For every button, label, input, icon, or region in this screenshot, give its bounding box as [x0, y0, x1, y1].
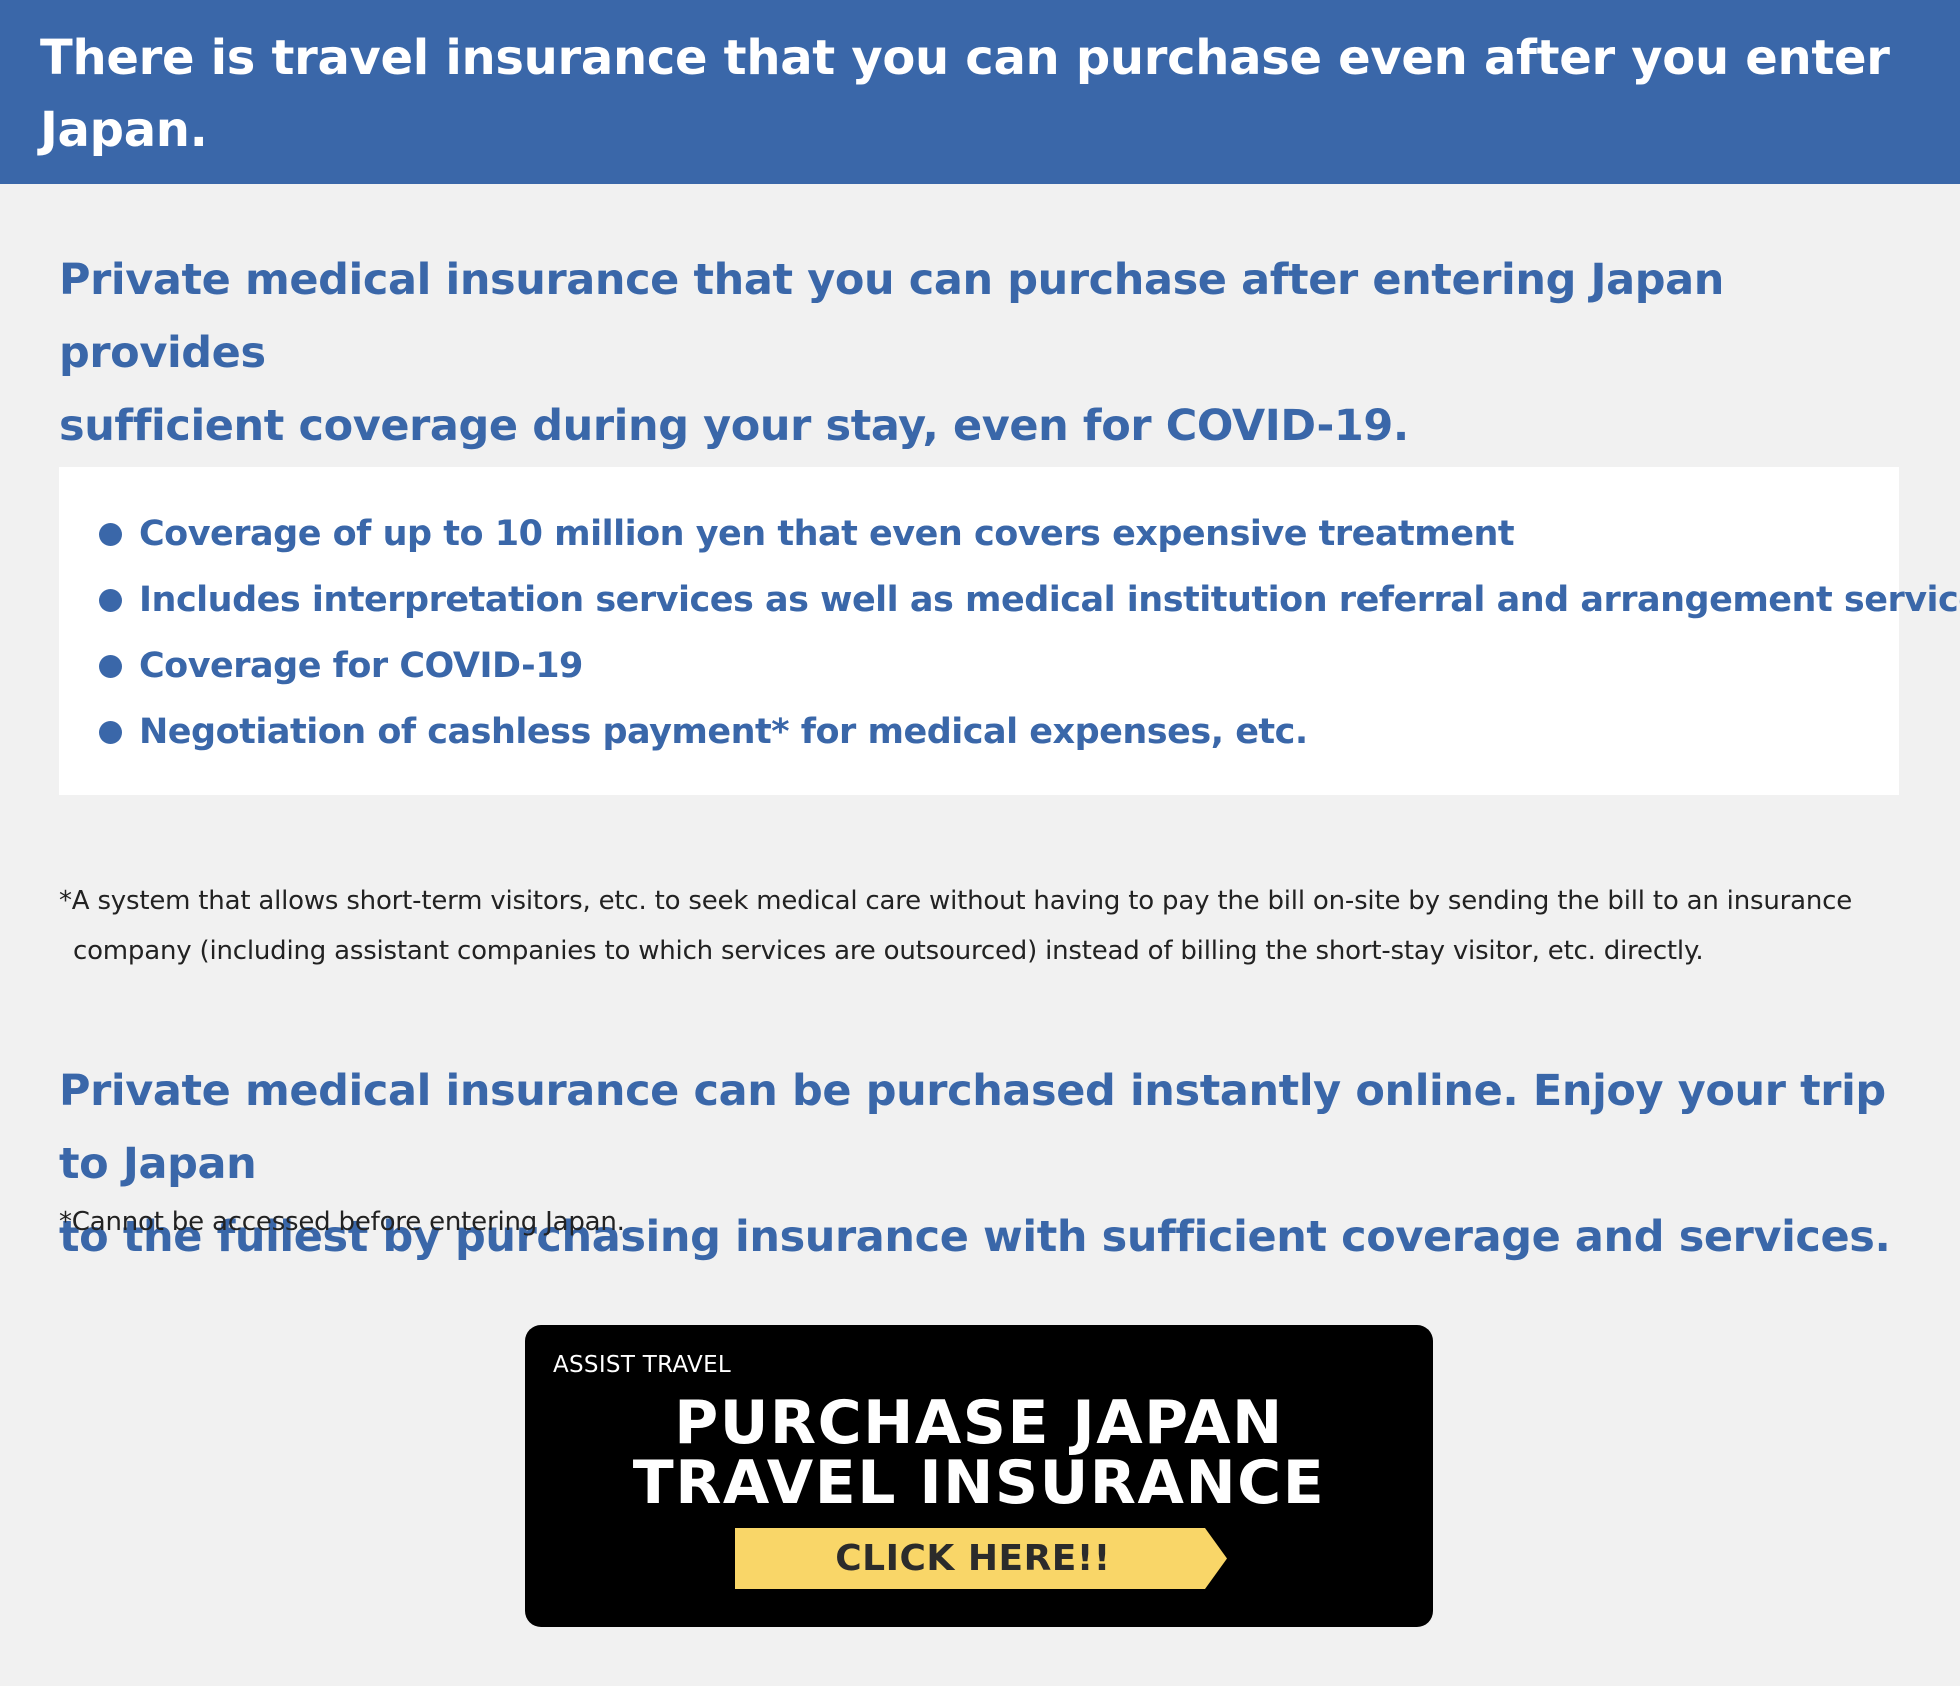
- footnote-line: *A system that allows short-term visitor…: [59, 886, 1852, 916]
- feature-list: Coverage of up to 10 million yen that ev…: [99, 501, 1960, 765]
- feature-text: Negotiation of cashless payment* for med…: [139, 712, 1308, 752]
- access-note: *Cannot be accessed before entering Japa…: [59, 1207, 625, 1237]
- cashless-footnote: *A system that allows short-term visitor…: [59, 876, 1879, 976]
- list-item: Coverage for COVID-19: [99, 633, 1899, 699]
- bullet-icon: [99, 522, 122, 546]
- feature-box: Coverage of up to 10 million yen that ev…: [59, 467, 1960, 795]
- page-header: There is travel insurance that you can p…: [0, 0, 1960, 184]
- footnote-line: company (including assistant companies t…: [73, 936, 1704, 966]
- bullet-icon: [99, 720, 122, 744]
- list-item: Negotiation of cashless payment* for med…: [99, 699, 1899, 765]
- click-here-label: CLICK HERE!!: [835, 1538, 1111, 1579]
- feature-text: Includes interpretation services as well…: [139, 580, 1960, 620]
- banner-title-line: TRAVEL INSURANCE: [632, 1448, 1326, 1518]
- purchase-insurance-banner[interactable]: ASSIST TRAVEL PURCHASE JAPAN TRAVEL INSU…: [525, 1325, 1433, 1627]
- page-title: There is travel insurance that you can p…: [40, 30, 1890, 158]
- banner-title-line: PURCHASE JAPAN: [674, 1388, 1284, 1458]
- brand-label: ASSIST TRAVEL: [553, 1352, 732, 1378]
- list-item: Includes interpretation services as well…: [99, 567, 1960, 633]
- feature-text: Coverage for COVID-19: [139, 646, 583, 686]
- banner-title: PURCHASE JAPAN TRAVEL INSURANCE: [525, 1393, 1433, 1513]
- bullet-icon: [99, 588, 122, 612]
- intro-heading: Private medical insurance that you can p…: [59, 255, 1724, 451]
- click-here-button[interactable]: CLICK HERE!!: [735, 1528, 1227, 1589]
- list-item: Coverage of up to 10 million yen that ev…: [99, 501, 1899, 567]
- feature-text: Coverage of up to 10 million yen that ev…: [139, 514, 1515, 554]
- bullet-icon: [99, 654, 122, 678]
